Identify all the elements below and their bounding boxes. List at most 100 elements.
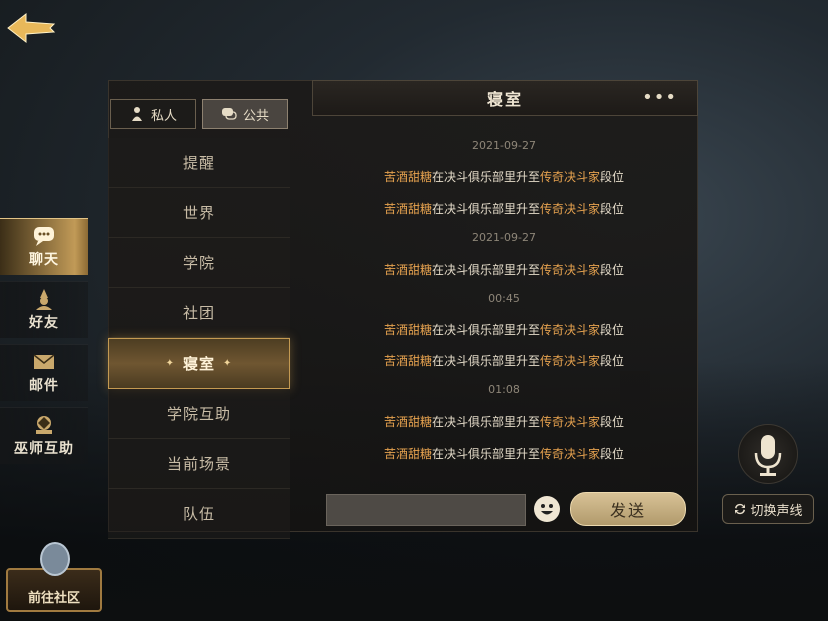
tab-private[interactable]: 私人: [110, 99, 196, 129]
message-suffix: 段位: [600, 202, 625, 216]
switch-arrows-icon: [735, 503, 746, 515]
rank-name: 传奇决斗家: [540, 415, 601, 429]
rank-name: 传奇决斗家: [540, 263, 601, 277]
public-chat-icon: [221, 108, 237, 120]
message-suffix: 段位: [600, 170, 625, 184]
wizard-help-icon: [36, 416, 52, 434]
message-suffix: 段位: [600, 323, 625, 337]
message-text: 在决斗俱乐部里升至: [431, 447, 540, 461]
player-name[interactable]: 苦酒甜糖: [384, 415, 432, 429]
message-text: 在决斗俱乐部里升至: [431, 323, 540, 337]
message-suffix: 段位: [600, 263, 625, 277]
chat-header: 寝室 •••: [312, 80, 698, 116]
timestamp-text: 2021-09-27: [472, 139, 536, 152]
mail-icon: [33, 354, 55, 369]
timestamp: 2021-09-27: [312, 138, 696, 152]
channel-house-help[interactable]: 学院互助: [108, 389, 290, 439]
nav-chat[interactable]: 聊天: [0, 218, 88, 275]
player-name[interactable]: 苦酒甜糖: [384, 263, 432, 277]
send-label: 发送: [609, 501, 646, 520]
channel-label: 队伍: [182, 505, 215, 523]
channel-list: 提醒 世界 学院 社团 ✦ 寝室 ✦ 学院互助 当前场景 队伍: [108, 138, 290, 539]
diamond-left-icon: ✦: [165, 358, 175, 369]
rank-name: 传奇决斗家: [540, 323, 601, 337]
message-text: 在决斗俱乐部里升至: [431, 415, 540, 429]
channel-club[interactable]: 社团: [108, 288, 290, 338]
rank-name: 传奇决斗家: [540, 354, 601, 368]
channel-label: 世界: [182, 204, 215, 222]
message-text: 在决斗俱乐部里升至: [431, 263, 540, 277]
system-message: 苦酒甜糖在决斗俱乐部里升至传奇决斗家段位: [312, 200, 696, 217]
channel-house[interactable]: 学院: [108, 238, 290, 288]
chat-tabs: 私人 公共: [108, 96, 290, 132]
message-list: 2021-09-27 苦酒甜糖在决斗俱乐部里升至传奇决斗家段位 苦酒甜糖在决斗俱乐部…: [312, 128, 696, 478]
send-button[interactable]: 发送: [570, 492, 686, 526]
message-suffix: 段位: [600, 447, 625, 461]
switch-voice-label: 切换声线: [750, 503, 803, 519]
nav-friends-label: 好友: [29, 315, 59, 331]
channel-label: 当前场景: [166, 455, 231, 473]
chat-title: 寝室: [486, 90, 523, 109]
system-message: 苦酒甜糖在决斗俱乐部里升至传奇决斗家段位: [312, 321, 696, 338]
nav-mail[interactable]: 邮件: [0, 344, 88, 401]
message-text: 在决斗俱乐部里升至: [431, 202, 540, 216]
timestamp: 00:45: [312, 291, 696, 305]
timestamp: 01:08: [312, 382, 696, 396]
nav-wizard-help[interactable]: 巫师互助: [0, 407, 88, 464]
player-name[interactable]: 苦酒甜糖: [384, 447, 432, 461]
private-icon: [131, 107, 142, 121]
message-suffix: 段位: [600, 354, 625, 368]
switch-voice-button[interactable]: 切换声线: [722, 494, 814, 524]
system-message: 苦酒甜糖在决斗俱乐部里升至传奇决斗家段位: [312, 168, 696, 185]
channel-label: 学院: [182, 254, 215, 272]
player-name[interactable]: 苦酒甜糖: [384, 323, 432, 337]
message-input[interactable]: [326, 494, 526, 526]
channel-current-scene[interactable]: 当前场景: [108, 439, 290, 489]
microphone-icon: [754, 435, 782, 476]
system-message: 苦酒甜糖在决斗俱乐部里升至传奇决斗家段位: [312, 445, 696, 462]
nav-wizard-help-label: 巫师互助: [14, 441, 74, 457]
message-text: 在决斗俱乐部里升至: [431, 170, 540, 184]
message-text: 在决斗俱乐部里升至: [431, 354, 540, 368]
system-message: 苦酒甜糖在决斗俱乐部里升至传奇决斗家段位: [312, 261, 696, 278]
back-arrow-icon[interactable]: [6, 10, 56, 46]
rank-name: 传奇决斗家: [540, 202, 601, 216]
timestamp-text: 2021-09-27: [472, 231, 536, 244]
timestamp-text: 00:45: [488, 292, 520, 305]
player-name[interactable]: 苦酒甜糖: [384, 202, 432, 216]
emoji-icon[interactable]: [533, 495, 561, 523]
chat-bubble-icon: [34, 227, 54, 246]
timestamp-text: 01:08: [488, 383, 520, 396]
system-message: 苦酒甜糖在决斗俱乐部里升至传奇决斗家段位: [312, 413, 696, 430]
channel-label: 提醒: [182, 154, 215, 172]
player-name[interactable]: 苦酒甜糖: [384, 354, 432, 368]
community-button[interactable]: 前往社区: [4, 540, 102, 612]
rank-name: 传奇决斗家: [540, 170, 601, 184]
message-suffix: 段位: [600, 415, 625, 429]
diamond-right-icon: ✦: [223, 358, 233, 369]
community-mascot-icon: [40, 542, 70, 576]
tab-public-label: 公共: [242, 108, 269, 124]
tab-public[interactable]: 公共: [202, 99, 288, 129]
channel-label: 寝室: [182, 355, 215, 373]
main-nav-rail: 聊天 好友 邮件 巫师互助: [0, 218, 88, 470]
tab-private-label: 私人: [150, 108, 177, 124]
voice-mic-button[interactable]: [738, 424, 798, 484]
timestamp: 2021-09-27: [312, 230, 696, 244]
channel-world[interactable]: 世界: [108, 188, 290, 238]
rank-name: 传奇决斗家: [540, 447, 601, 461]
channel-reminder[interactable]: 提醒: [108, 138, 290, 188]
system-message: 苦酒甜糖在决斗俱乐部里升至传奇决斗家段位: [312, 352, 696, 369]
channel-label: 学院互助: [166, 405, 231, 423]
channel-team[interactable]: 队伍: [108, 489, 290, 539]
channel-sidebar: 私人 公共 提醒 世界 学院 社团 ✦ 寝室 ✦ 学院互助 当前场景 队伍: [108, 96, 290, 539]
channel-label: 社团: [182, 304, 215, 322]
nav-chat-label: 聊天: [29, 252, 59, 268]
player-name[interactable]: 苦酒甜糖: [384, 170, 432, 184]
friend-icon: [36, 289, 52, 310]
more-options-icon[interactable]: •••: [642, 87, 677, 108]
nav-mail-label: 邮件: [29, 378, 59, 394]
nav-friends[interactable]: 好友: [0, 281, 88, 338]
channel-dormitory[interactable]: ✦ 寝室 ✦: [108, 338, 290, 389]
community-label: 前往社区: [27, 591, 80, 606]
